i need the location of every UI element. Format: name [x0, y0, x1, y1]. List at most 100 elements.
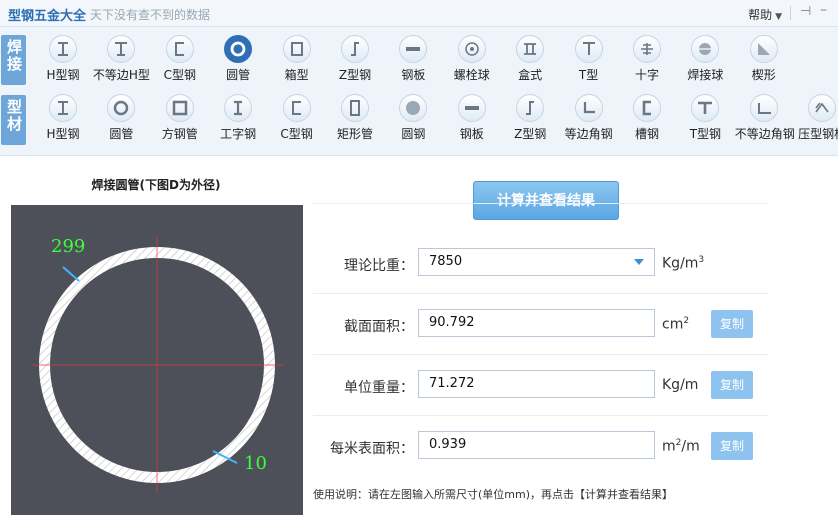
dropdown-arrow-icon — [634, 259, 644, 265]
divider — [790, 6, 791, 20]
tool-profile-rect-tube[interactable]: 矩形管 — [326, 89, 384, 147]
tool-label: 圆钢 — [401, 127, 426, 141]
density-unit: Kg/m3 — [662, 255, 704, 272]
chevron-down-icon: ▼ — [775, 12, 782, 22]
outer-diameter-input[interactable]: 299 — [51, 236, 85, 257]
tool-profile-steel-plate[interactable]: 钢板 — [443, 89, 501, 147]
unequal-angle-icon — [749, 94, 778, 122]
tool-label: 盒式 — [518, 68, 543, 82]
c-channel-icon — [282, 94, 311, 122]
tool-label: 焊接球 — [687, 68, 724, 82]
tool-welded-welded-ball[interactable]: 焊接球 — [676, 30, 734, 88]
row-label-text: 焊接 — [5, 39, 23, 73]
tool-welded-cross-section[interactable]: 十字 — [618, 30, 676, 88]
tool-label: 压型钢板 — [798, 127, 838, 141]
tool-welded-box-section[interactable]: 箱型 — [268, 30, 326, 88]
row-label-text: 型材 — [5, 99, 23, 133]
tool-profile-unequal-angle[interactable]: 不等边角钢 — [734, 89, 795, 147]
tool-welded-t-section[interactable]: T型 — [560, 30, 618, 88]
unit-text: Kg/m — [662, 255, 699, 272]
tool-label: H型钢 — [46, 127, 80, 141]
unequal-h-beam-icon — [107, 35, 136, 63]
tool-welded-z-section[interactable]: Z型钢 — [326, 30, 384, 88]
tool-label: T型钢 — [689, 127, 722, 141]
i-beam-icon — [224, 94, 253, 122]
tool-welded-steel-plate[interactable]: 钢板 — [384, 30, 442, 88]
unit-text: m — [662, 438, 676, 455]
tool-profile-round-bar[interactable]: 圆钢 — [384, 89, 442, 147]
tool-welded-wedge[interactable]: 楔形 — [735, 30, 793, 88]
diameter-leader — [62, 266, 80, 282]
area-field[interactable]: 90.792 — [418, 309, 655, 337]
tool-label: Z型钢 — [514, 127, 547, 141]
tool-label: 矩形管 — [336, 127, 373, 141]
copy-area-button[interactable]: 复制 — [711, 310, 753, 338]
box-section-icon — [282, 35, 311, 63]
steel-plate-icon — [399, 35, 428, 63]
density-select[interactable]: 7850 — [418, 248, 655, 276]
equal-angle-icon — [574, 94, 603, 122]
tool-profile-corrugated-plate[interactable]: 压型钢板 — [793, 89, 838, 147]
weight-unit: Kg/m — [662, 377, 699, 393]
surface-label: 每米表面积： — [330, 441, 414, 457]
shape-toolbar: 焊接 型材 H型钢 不等边H型 C型钢 圆管 箱型 Z型钢 钢板 螺栓球 盒式 T型 十字 焊接球 楔形… — [0, 27, 838, 156]
tool-profile-i-beam[interactable]: 工字钢 — [209, 89, 267, 147]
copy-surface-button[interactable]: 复制 — [711, 432, 753, 460]
tool-label: 槽钢 — [634, 127, 659, 141]
minimize-icon[interactable]: – — [820, 2, 827, 18]
weight-field[interactable]: 71.272 — [418, 370, 655, 398]
tool-label: Z型钢 — [338, 68, 372, 82]
round-tube-icon — [224, 35, 253, 63]
divider — [313, 203, 768, 204]
drawing-title: 焊接圆管(下图D为外径) — [91, 178, 221, 192]
round-tube-icon — [107, 94, 136, 122]
tool-profile-h-beam[interactable]: H型钢 — [34, 89, 92, 147]
bolt-ball-icon — [457, 35, 486, 63]
calculate-button[interactable]: 计算并查看结果 — [473, 181, 619, 220]
tool-profile-round-tube[interactable]: 圆管 — [92, 89, 150, 147]
tool-label: 钢板 — [401, 68, 426, 82]
tool-label: 螺栓球 — [453, 68, 490, 82]
pin-icon[interactable]: ⊣ — [800, 4, 811, 19]
tool-profile-t-beam[interactable]: T型钢 — [676, 89, 734, 147]
welded-ball-icon — [691, 35, 720, 63]
tool-label: 方钢管 — [161, 127, 198, 141]
z-section-icon — [341, 35, 369, 63]
tool-welded-c-channel[interactable]: C型钢 — [151, 30, 209, 88]
t-beam-icon — [691, 94, 720, 122]
help-menu[interactable]: 帮助 ▼ — [748, 6, 782, 23]
surface-unit: m2/m — [662, 438, 700, 455]
tube-drawing: 299 10 — [11, 205, 303, 515]
wedge-icon — [749, 35, 778, 63]
tool-profile-square-tube[interactable]: 方钢管 — [151, 89, 209, 147]
row-label-profile: 型材 — [1, 95, 26, 145]
h-beam-icon — [49, 35, 77, 63]
usage-instructions: 使用说明：请在左图输入所需尺寸(单位mm)，再点击【计算并查看结果】 — [313, 488, 674, 501]
tool-label: 圆管 — [109, 127, 134, 141]
tool-welded-bolt-ball[interactable]: 螺栓球 — [443, 30, 501, 88]
tool-welded-round-tube[interactable]: 圆管 — [209, 30, 267, 88]
tool-welded-h-beam[interactable]: H型钢 — [34, 30, 92, 88]
tool-profile-c-channel[interactable]: C型钢 — [268, 89, 326, 147]
tool-welded-unequal-h-beam[interactable]: 不等边H型 — [92, 30, 150, 88]
unit-sup: 3 — [698, 255, 705, 265]
cross-section-icon — [633, 35, 661, 63]
surface-field[interactable]: 0.939 — [418, 431, 655, 459]
row-label-welded: 焊接 — [1, 35, 26, 85]
divider — [313, 415, 768, 416]
copy-weight-button[interactable]: 复制 — [711, 371, 753, 399]
t-section-icon — [574, 35, 603, 63]
channel-icon — [633, 94, 661, 122]
tool-welded-box-type[interactable]: 盒式 — [501, 30, 559, 88]
tool-label: 钢板 — [459, 127, 484, 141]
tool-profile-channel[interactable]: 槽钢 — [618, 89, 676, 147]
rect-tube-icon — [341, 94, 369, 122]
tool-label: C型钢 — [163, 68, 196, 82]
tool-profile-z-section[interactable]: Z型钢 — [501, 89, 559, 147]
tool-label: 不等边角钢 — [734, 127, 795, 141]
box-type-icon — [516, 35, 545, 63]
unit-text: /m — [681, 438, 700, 455]
wall-thickness-input[interactable]: 10 — [244, 453, 267, 474]
app-title: 型钢五金大全 — [8, 9, 87, 24]
tool-profile-equal-angle[interactable]: 等边角钢 — [560, 89, 618, 147]
